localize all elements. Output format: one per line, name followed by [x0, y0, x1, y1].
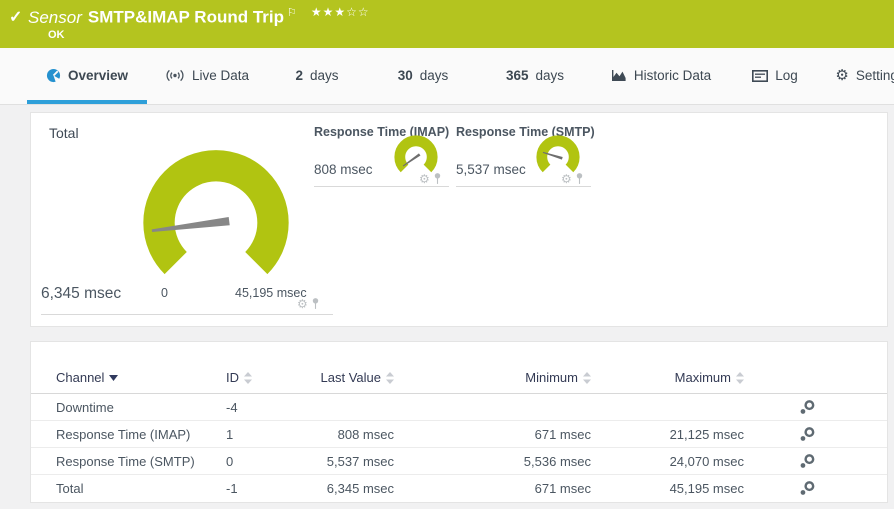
imap-gauge-value: 808 msec: [314, 162, 373, 177]
smtp-widget-divider: [456, 186, 591, 187]
sort-both-icon: [386, 371, 394, 384]
channel-settings-icon[interactable]: [799, 426, 816, 443]
cell-minimum: 671 msec: [534, 481, 591, 496]
sensor-title: SMTP&IMAP Round Trip: [87, 7, 284, 27]
cell-id: -4: [226, 399, 238, 415]
status-ok-check-icon: ✓: [9, 9, 23, 26]
tab-bar: Overview Live Data 2 days 30 days 365 da…: [0, 48, 894, 105]
total-gauge-value: 6,345 msec: [41, 285, 122, 302]
tab-label: Log: [775, 68, 798, 83]
smtp-gauge-value: 5,537 msec: [456, 162, 526, 177]
total-gauge-scale-min: 0: [161, 286, 168, 300]
column-header-minimum[interactable]: Minimum: [394, 370, 591, 385]
tab-label: days: [309, 68, 339, 83]
sort-desc-icon: [109, 374, 119, 381]
tab-label: Settings: [855, 68, 894, 83]
table-row-response-smtp[interactable]: Response Time (SMTP) 0 5,537 msec 5,536 …: [31, 448, 887, 475]
tab-settings[interactable]: ⚙ Settings: [819, 48, 894, 104]
log-list-icon: [752, 69, 769, 82]
table-row-downtime[interactable]: Downtime -4: [31, 394, 887, 421]
cell-id: 1: [226, 426, 234, 442]
gear-icon: ⚙: [835, 67, 849, 84]
channel-settings-icon[interactable]: [799, 480, 816, 497]
sort-both-icon: [244, 371, 252, 384]
cell-channel: Response Time (SMTP): [56, 453, 195, 469]
cell-maximum: 21,125 msec: [669, 426, 744, 442]
total-gauge-label: Total: [49, 125, 79, 141]
live-signal-icon: [166, 69, 184, 82]
priority-stars[interactable]: ★★★☆☆: [311, 5, 370, 19]
total-gauge-scale-max: 45,195 msec: [235, 286, 307, 300]
tab-label: Live Data: [191, 68, 250, 83]
total-gauge: [143, 150, 289, 275]
cell-maximum: 45,195 msec: [669, 481, 744, 496]
cell-minimum: 671 msec: [534, 426, 591, 442]
column-header-maximum[interactable]: Maximum: [591, 370, 744, 385]
tab-live-data[interactable]: Live Data: [147, 48, 267, 104]
cell-maximum: 24,070 msec: [669, 453, 744, 469]
tab-label: days: [419, 68, 449, 83]
table-row-total[interactable]: Total -1 6,345 msec 671 msec 45,195 msec: [31, 475, 887, 502]
cell-channel: Downtime: [56, 399, 114, 415]
pin-icon[interactable]: [575, 172, 584, 185]
cell-last-value: 5,537 msec: [326, 453, 394, 469]
tab-365-days[interactable]: 365 days: [479, 48, 591, 104]
cell-id: -1: [226, 481, 238, 496]
cell-channel: Response Time (IMAP): [56, 426, 191, 442]
imap-widget-divider: [314, 186, 449, 187]
widget-gear-icon[interactable]: ⚙: [297, 298, 308, 310]
tab-2-days[interactable]: 2 days: [267, 48, 367, 104]
tab-label: days: [535, 68, 565, 83]
tab-overview[interactable]: Overview: [27, 48, 147, 104]
column-header-channel[interactable]: Channel: [56, 370, 226, 385]
sort-both-icon: [736, 371, 744, 384]
tab-label: Historic Data: [633, 68, 712, 83]
widget-gear-icon[interactable]: ⚙: [561, 173, 572, 185]
channel-settings-icon[interactable]: [799, 399, 816, 416]
tab-30-days[interactable]: 30 days: [367, 48, 479, 104]
pin-icon[interactable]: [433, 172, 442, 185]
gauge-icon: [46, 68, 61, 83]
column-header-id[interactable]: ID: [226, 370, 306, 385]
sensor-header: ✓ Sensor SMTP&IMAP Round Trip ⚐ ★★★☆☆ OK: [0, 0, 894, 48]
total-widget-divider: [41, 314, 333, 315]
pin-icon[interactable]: [311, 297, 320, 310]
sort-both-icon: [583, 371, 591, 384]
tab-historic-data[interactable]: Historic Data: [591, 48, 731, 104]
tab-label: Overview: [67, 68, 129, 83]
table-header-row: Channel ID Last Value Minimum Maximum: [31, 342, 887, 394]
sensor-page: ✓ Sensor SMTP&IMAP Round Trip ⚐ ★★★☆☆ OK Ov…: [0, 0, 894, 509]
object-kind-label: Sensor: [28, 7, 82, 27]
cell-id: 0: [226, 453, 234, 469]
column-header-last-value[interactable]: Last Value: [306, 370, 394, 385]
gauges-panel: Total 0 45,195 msec 6,345 msec ⚙ Respons…: [30, 112, 888, 327]
status-badge: OK: [48, 29, 65, 41]
cell-minimum: 5,536 msec: [523, 453, 591, 469]
area-chart-icon: [611, 70, 626, 81]
widget-gear-icon[interactable]: ⚙: [419, 173, 430, 185]
cell-channel: Total: [56, 481, 84, 496]
cell-last-value: 6,345 msec: [326, 481, 394, 496]
cell-last-value: 808 msec: [337, 426, 394, 442]
tab-log[interactable]: Log: [731, 48, 819, 104]
channels-table: Channel ID Last Value Minimum Maximum Do…: [31, 342, 887, 502]
channel-settings-icon[interactable]: [799, 453, 816, 470]
flag-icon[interactable]: ⚐: [287, 7, 297, 19]
channels-panel: Channel ID Last Value Minimum Maximum Do…: [30, 341, 888, 503]
table-row-response-imap[interactable]: Response Time (IMAP) 1 808 msec 671 msec…: [31, 421, 887, 448]
